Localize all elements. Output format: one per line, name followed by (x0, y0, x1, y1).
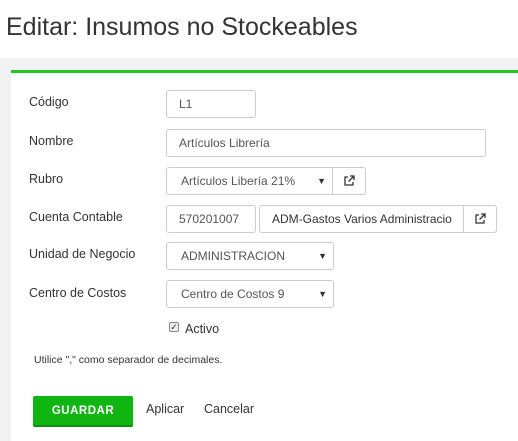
external-link-icon (475, 213, 486, 224)
save-button[interactable]: GUARDAR (33, 396, 133, 425)
chevron-down-icon: ▼ (318, 289, 327, 299)
centro-costos-value: Centro de Costos 9 (181, 287, 285, 301)
unidad-negocio-value: ADMINISTRACION (181, 249, 286, 263)
chevron-down-icon: ▼ (318, 251, 327, 261)
rubro-label: Rubro (29, 172, 64, 186)
page-title: Editar: Insumos no Stockeables (6, 13, 358, 41)
nombre-label: Nombre (29, 134, 74, 148)
decimal-separator-hint: Utilice "," como separador de decimales. (34, 354, 223, 366)
nombre-input[interactable]: Artículos Librería (166, 129, 486, 157)
activo-label: Activo (185, 322, 220, 336)
codigo-label: Código (29, 95, 69, 109)
apply-button[interactable]: Aplicar (146, 402, 184, 416)
codigo-input[interactable]: L1 (166, 90, 256, 118)
rubro-select[interactable]: Artículos Libería 21% ▼ (166, 167, 333, 195)
unidad-negocio-label: Unidad de Negocio (29, 247, 136, 261)
external-link-icon (344, 175, 355, 186)
chevron-down-icon: ▼ (317, 176, 326, 186)
rubro-value: Artículos Libería 21% (181, 174, 296, 188)
unidad-negocio-select[interactable]: ADMINISTRACION ▼ (166, 242, 334, 270)
cuenta-contable-name-input[interactable]: ADM-Gastos Varios Administracio (259, 205, 464, 233)
activo-checkbox[interactable]: ✓ (169, 322, 179, 332)
rubro-open-button[interactable] (332, 167, 366, 195)
cuenta-contable-code-input[interactable]: 570201007 (166, 205, 256, 233)
cancel-button[interactable]: Cancelar (204, 402, 254, 416)
cuenta-contable-open-button[interactable] (463, 205, 497, 233)
cuenta-contable-label: Cuenta Contable (29, 210, 123, 224)
centro-costos-label: Centro de Costos (29, 286, 127, 300)
centro-costos-select[interactable]: Centro de Costos 9 ▼ (166, 280, 334, 308)
